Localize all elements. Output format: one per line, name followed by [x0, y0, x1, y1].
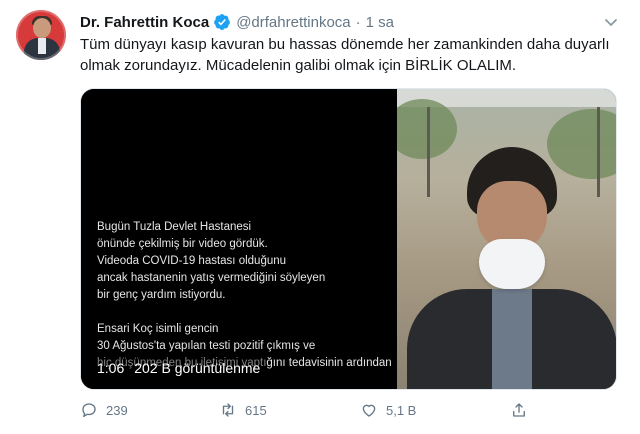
video-embedded-text: Bugün Tuzla Devlet Hastanesi önünde çeki…	[97, 221, 392, 369]
reply-icon	[82, 403, 96, 418]
video-frame-image	[397, 89, 616, 389]
reply-count: 239	[106, 402, 128, 418]
avatar[interactable]	[16, 10, 66, 60]
display-name[interactable]: Dr. Fahrettin Koca	[80, 14, 209, 31]
share-button[interactable]	[510, 398, 536, 422]
tweet-header: Dr. Fahrettin Koca @drfahrettinkoca · 1 …	[80, 11, 394, 33]
retweet-button[interactable]: 615	[219, 398, 267, 422]
like-button[interactable]: 5,1 B	[360, 398, 416, 422]
tweet: Dr. Fahrettin Koca @drfahrettinkoca · 1 …	[0, 0, 640, 434]
video-player[interactable]: Bugün Tuzla Devlet Hastanesi önünde çeki…	[80, 88, 617, 390]
reply-button[interactable]: 239	[80, 398, 128, 422]
tweet-text: Tüm dünyayı kasıp kavuran bu hassas döne…	[80, 36, 610, 74]
caret-down-icon[interactable]	[603, 14, 619, 30]
video-views: 202 B görüntülenme	[134, 360, 261, 376]
separator-dot: ·	[355, 13, 361, 31]
timestamp[interactable]: 1 sa	[366, 14, 394, 31]
retweet-count: 615	[245, 402, 267, 418]
tweet-actions: 239 615 5,1 B	[80, 398, 620, 422]
like-icon	[362, 404, 376, 417]
handle[interactable]: @drfahrettinkoca	[236, 14, 350, 31]
video-text-panel: Bugün Tuzla Devlet Hastanesi önünde çeki…	[81, 89, 397, 389]
share-icon	[513, 403, 525, 417]
video-overlay: 1:06 202 B görüntülenme	[91, 357, 267, 379]
verified-badge-icon	[213, 13, 231, 31]
video-duration: 1:06	[97, 360, 125, 376]
retweet-icon	[222, 403, 234, 417]
like-count: 5,1 B	[386, 402, 417, 418]
